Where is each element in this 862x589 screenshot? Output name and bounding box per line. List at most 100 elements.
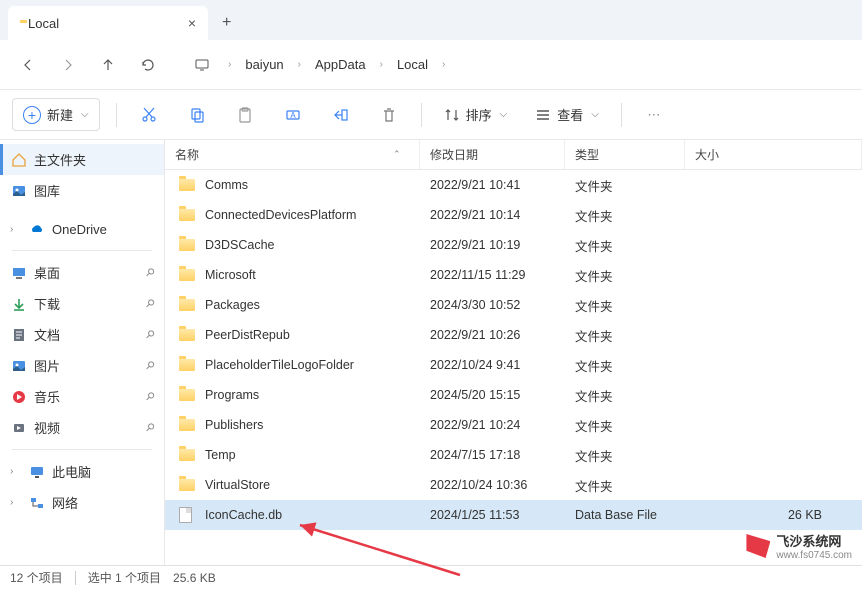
pin-icon: ⚲ [143, 420, 158, 435]
file-row[interactable]: Temp 2024/7/15 17:18 文件夹 [165, 440, 862, 470]
sidebar-quick-item[interactable]: 图片⚲ [0, 350, 164, 381]
divider [12, 250, 152, 251]
rename-button[interactable]: A [277, 99, 309, 131]
forward-button[interactable] [50, 47, 86, 83]
sidebar-item-gallery[interactable]: 图库 [0, 175, 164, 206]
sidebar-item-network[interactable]: › 网络 [0, 487, 164, 518]
close-icon[interactable]: × [188, 15, 196, 31]
sort-icon [444, 107, 460, 123]
sidebar: 主文件夹 图库 › OneDrive 桌面⚲下载⚲文档⚲图片⚲音乐⚲视频⚲ › … [0, 140, 165, 565]
file-row[interactable]: Publishers 2022/9/21 10:24 文件夹 [165, 410, 862, 440]
file-row[interactable]: Programs 2024/5/20 15:15 文件夹 [165, 380, 862, 410]
file-row[interactable]: PlaceholderTileLogoFolder 2022/10/24 9:4… [165, 350, 862, 380]
sort-button[interactable]: 排序 ⌵ [438, 101, 514, 128]
pin-icon: ⚲ [143, 265, 158, 280]
view-label: 查看 [557, 105, 583, 124]
up-button[interactable] [90, 47, 126, 83]
col-type[interactable]: 类型 [565, 140, 685, 169]
sidebar-label: 桌面 [34, 263, 60, 282]
sort-label: 排序 [466, 105, 492, 124]
sidebar-quick-item[interactable]: 音乐⚲ [0, 381, 164, 412]
file-date: 2022/9/21 10:41 [430, 178, 575, 192]
sidebar-quick-item[interactable]: 桌面 ⚲ [0, 257, 164, 288]
sidebar-label: 文档 [34, 325, 60, 344]
file-row[interactable]: Microsoft 2022/11/15 11:29 文件夹 [165, 260, 862, 290]
sidebar-item-thispc[interactable]: › 此电脑 [0, 456, 164, 487]
watermark: 飞沙系统网 www.fs0745.com [746, 531, 852, 561]
sort-indicator-icon: ⌃ [393, 149, 409, 160]
crumb-appdata[interactable]: AppData [309, 53, 372, 76]
sidebar-quick-item[interactable]: 视频 ⚲ [0, 412, 164, 443]
file-type: 文件夹 [575, 176, 695, 195]
main-panel: 名称⌃ 修改日期 类型 大小 Comms 2022/9/21 10:41 文件夹… [165, 140, 862, 565]
crumb-local[interactable]: Local [391, 53, 434, 76]
quick-icon [10, 357, 28, 375]
file-row[interactable]: PeerDistRepub 2022/9/21 10:26 文件夹 [165, 320, 862, 350]
folder-icon [179, 236, 201, 254]
paste-button[interactable] [229, 99, 261, 131]
monitor-icon[interactable] [184, 47, 220, 83]
file-list: Comms 2022/9/21 10:41 文件夹 ConnectedDevic… [165, 170, 862, 565]
file-type: 文件夹 [575, 296, 695, 315]
share-button[interactable] [325, 99, 357, 131]
folder-icon [179, 476, 201, 494]
file-name: Packages [205, 298, 260, 312]
file-type: 文件夹 [575, 326, 695, 345]
gallery-icon [10, 182, 28, 200]
file-name: IconCache.db [205, 508, 282, 522]
pin-icon: ⚲ [143, 358, 158, 373]
chevron-right-icon: › [10, 497, 22, 508]
more-button[interactable]: ⋯ [638, 99, 670, 131]
watermark-logo-icon [746, 534, 770, 558]
sidebar-quick-item[interactable]: 下载⚲ [0, 288, 164, 319]
status-selected: 选中 1 个项目 [88, 569, 161, 586]
copy-button[interactable] [181, 99, 213, 131]
sidebar-item-onedrive[interactable]: › OneDrive [0, 214, 164, 244]
file-row[interactable]: D3DSCache 2022/9/21 10:19 文件夹 [165, 230, 862, 260]
chevron-right-icon: › [376, 59, 387, 70]
file-name: Programs [205, 388, 259, 402]
file-row[interactable]: Packages 2024/3/30 10:52 文件夹 [165, 290, 862, 320]
file-date: 2022/11/15 11:29 [430, 268, 575, 282]
back-button[interactable] [10, 47, 46, 83]
sidebar-label: 此电脑 [52, 462, 91, 481]
file-name: Microsoft [205, 268, 256, 282]
file-row[interactable]: Comms 2022/9/21 10:41 文件夹 [165, 170, 862, 200]
file-row[interactable]: IconCache.db 2024/1/25 11:53 Data Base F… [165, 500, 862, 530]
quick-icon [10, 326, 28, 344]
col-size[interactable]: 大小 [685, 140, 862, 169]
col-name[interactable]: 名称⌃ [165, 140, 420, 169]
file-name: PeerDistRepub [205, 328, 290, 342]
sidebar-label: 音乐 [34, 387, 60, 406]
tab-local[interactable]: Local × [8, 6, 208, 40]
file-date: 2024/3/30 10:52 [430, 298, 575, 312]
sidebar-label: 视频 [34, 418, 60, 437]
file-type: 文件夹 [575, 386, 695, 405]
separator [621, 103, 622, 127]
crumb-baiyun[interactable]: baiyun [239, 53, 289, 76]
refresh-button[interactable] [130, 47, 166, 83]
sidebar-quick-item[interactable]: 文档⚲ [0, 319, 164, 350]
divider [75, 571, 76, 585]
new-label: 新建 [47, 105, 73, 124]
new-button[interactable]: + 新建 ⌵ [12, 98, 100, 131]
new-tab-button[interactable]: + [208, 6, 245, 40]
sidebar-label: 图库 [34, 181, 60, 200]
chevron-right-icon: › [294, 59, 305, 70]
file-name: VirtualStore [205, 478, 270, 492]
separator [116, 103, 117, 127]
col-date[interactable]: 修改日期 [420, 140, 565, 169]
file-type: 文件夹 [575, 206, 695, 225]
file-row[interactable]: VirtualStore 2022/10/24 10:36 文件夹 [165, 470, 862, 500]
plus-icon: + [23, 106, 41, 124]
status-bar: 12 个项目 选中 1 个项目 25.6 KB [0, 565, 862, 589]
sidebar-item-home[interactable]: 主文件夹 [0, 144, 164, 175]
cut-button[interactable] [133, 99, 165, 131]
delete-button[interactable] [373, 99, 405, 131]
chevron-down-icon: ⌵ [591, 109, 599, 120]
watermark-name: 飞沙系统网 [776, 531, 852, 550]
file-row[interactable]: ConnectedDevicesPlatform 2022/9/21 10:14… [165, 200, 862, 230]
sidebar-label: 主文件夹 [34, 150, 86, 169]
view-button[interactable]: 查看 ⌵ [529, 101, 605, 128]
folder-icon [179, 446, 201, 464]
